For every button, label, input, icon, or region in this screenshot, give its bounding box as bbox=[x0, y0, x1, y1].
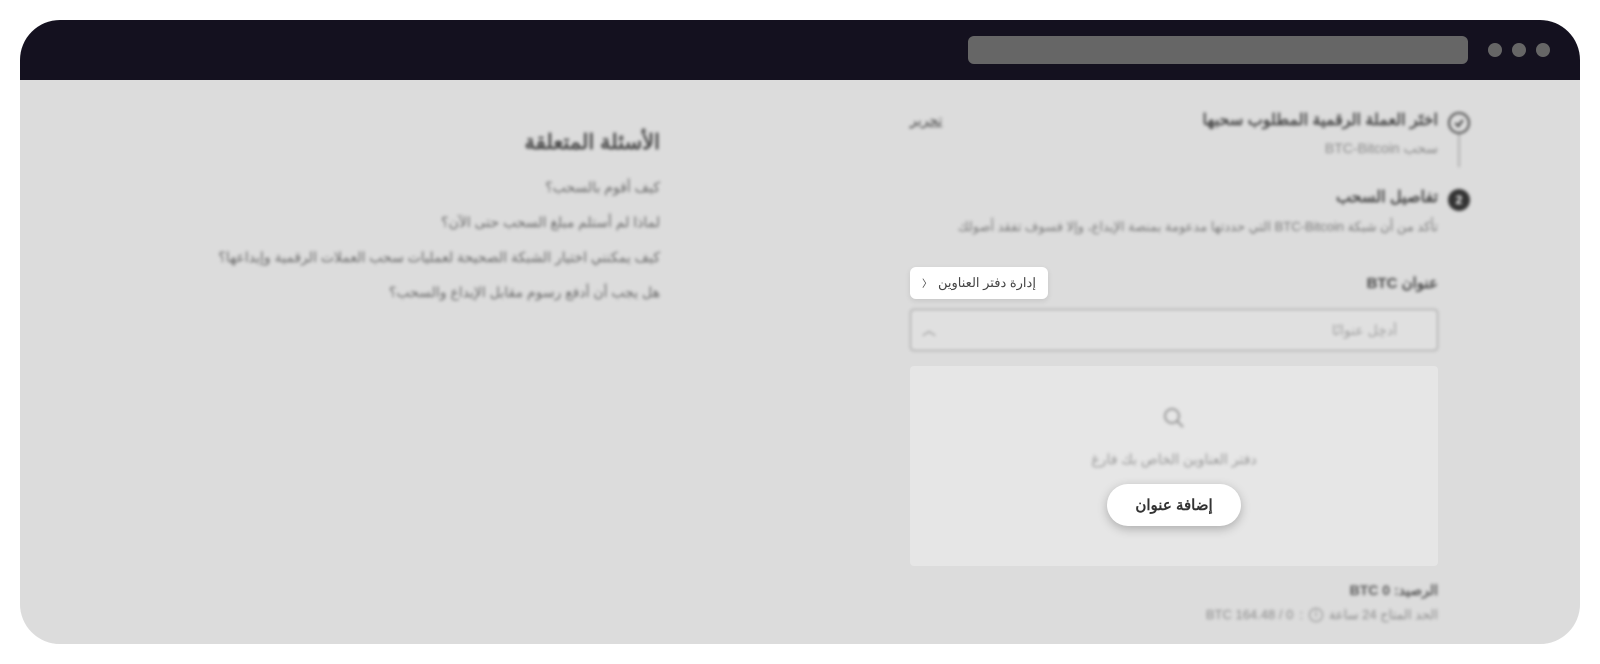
step2-description: تأكد من أن شبكة BTC-Bitcoin التي حددتها … bbox=[910, 217, 1438, 237]
add-address-button[interactable]: إضافة عنوان bbox=[1107, 484, 1240, 526]
window-close-dot[interactable] bbox=[1536, 43, 1550, 57]
address-input-wrapper: ︿ bbox=[910, 309, 1438, 351]
address-input[interactable] bbox=[910, 309, 1438, 351]
edit-link[interactable]: تحرير bbox=[910, 112, 942, 129]
faq-item[interactable]: كيف أقوم بالسحب؟ bbox=[140, 179, 660, 196]
browser-frame: اختَر العملة الرقمية المطلوب سحبها تحرير… bbox=[20, 20, 1580, 644]
limit-value: 0 / 164.48 BTC bbox=[1206, 607, 1293, 622]
balance-label: الرصيد: bbox=[1394, 582, 1438, 598]
limit-row: الحد المتاح 24 ساعة i: 0 / 164.48 BTC bbox=[910, 607, 1438, 623]
step-2: 2 تفاصيل السحب تأكد من أن شبكة BTC-Bitco… bbox=[910, 187, 1470, 623]
step-number-badge: 2 bbox=[1448, 189, 1470, 211]
balance-value: 0 BTC bbox=[1350, 582, 1390, 598]
chevron-up-icon[interactable]: ︿ bbox=[922, 320, 936, 340]
window-minimize-dot[interactable] bbox=[1512, 43, 1526, 57]
checkmark-icon bbox=[1448, 112, 1470, 134]
url-bar[interactable] bbox=[968, 36, 1468, 64]
address-dropdown-panel: دفتر العناوين الخاص بك فارغ إضافة عنوان bbox=[910, 366, 1438, 566]
withdrawal-steps: اختَر العملة الرقمية المطلوب سحبها تحرير… bbox=[910, 110, 1470, 614]
step1-title: اختَر العملة الرقمية المطلوب سحبها bbox=[1202, 110, 1438, 130]
address-field-label: عنوان BTC bbox=[1367, 274, 1438, 292]
window-controls bbox=[1488, 43, 1550, 57]
step2-title: تفاصيل السحب bbox=[910, 187, 1438, 207]
manage-label: إدارة دفتر العناوين bbox=[938, 275, 1036, 291]
chevron-left-icon: 〈 bbox=[922, 275, 932, 290]
empty-address-text: دفتر العناوين الخاص بك فارغ bbox=[1091, 451, 1256, 468]
window-maximize-dot[interactable] bbox=[1488, 43, 1502, 57]
limit-label: الحد المتاح 24 ساعة bbox=[1329, 607, 1438, 623]
faq-item[interactable]: لماذا لم أستلم مبلغ السحب حتى الآن؟ bbox=[140, 214, 660, 231]
browser-title-bar bbox=[20, 20, 1580, 80]
faq-box: الأسئلة المتعلقة كيف أقوم بالسحب؟ لماذا … bbox=[130, 110, 670, 339]
faq-item[interactable]: هل يجب أن أدفع رسوم مقابل الإيداع والسحب… bbox=[140, 284, 660, 301]
info-icon[interactable]: i bbox=[1309, 608, 1323, 622]
manage-address-book-button[interactable]: إدارة دفتر العناوين 〈 bbox=[910, 267, 1048, 299]
search-icon bbox=[1162, 406, 1186, 435]
step-1: اختَر العملة الرقمية المطلوب سحبها تحرير… bbox=[910, 110, 1470, 157]
balance-row: الرصيد: 0 BTC bbox=[910, 582, 1438, 599]
faq-item[interactable]: كيف يمكنني اختيار الشبكة الصحيحة لعمليات… bbox=[140, 249, 660, 266]
step1-subtitle: سحب BTC-Bitcoin bbox=[910, 140, 1438, 157]
faq-column: الأسئلة المتعلقة كيف أقوم بالسحب؟ لماذا … bbox=[130, 110, 670, 614]
page-content: اختَر العملة الرقمية المطلوب سحبها تحرير… bbox=[20, 80, 1580, 644]
step-connector bbox=[1458, 134, 1460, 167]
faq-title: الأسئلة المتعلقة bbox=[140, 130, 660, 155]
